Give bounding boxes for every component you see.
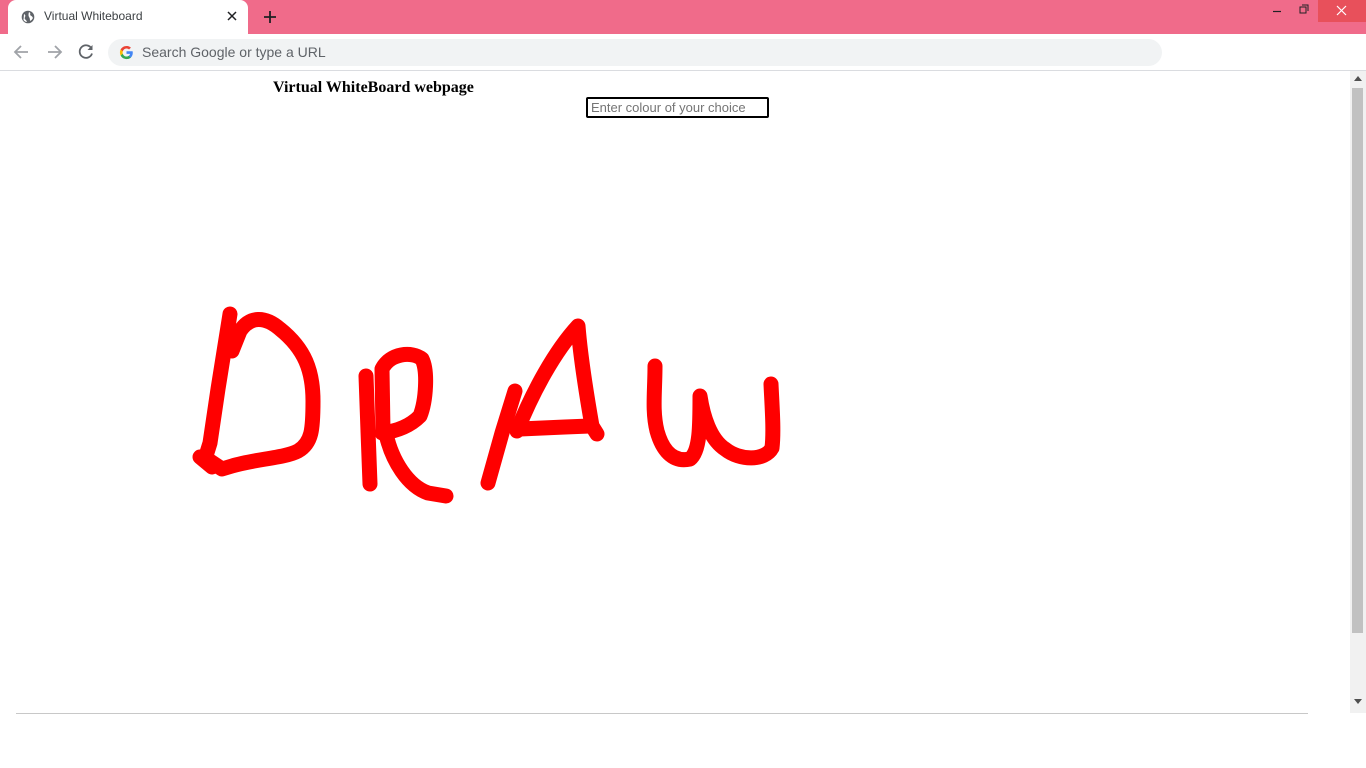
divider (16, 713, 1308, 714)
scroll-up-arrow-icon[interactable] (1354, 75, 1362, 81)
vertical-scrollbar[interactable] (1350, 71, 1366, 713)
arrow-right-icon[interactable] (44, 42, 64, 62)
google-icon (119, 45, 133, 60)
globe-icon (21, 10, 35, 24)
scroll-down-arrow-icon[interactable] (1354, 699, 1362, 705)
page-viewport: Virtual WhiteBoard webpage (0, 71, 1350, 713)
address-bar[interactable]: Search Google or type a URL (108, 39, 1162, 66)
arrow-left-icon[interactable] (12, 42, 32, 62)
scrollbar-thumb[interactable] (1352, 88, 1363, 633)
freehand-drawing (192, 306, 781, 504)
browser-toolbar: Search Google or type a URL (0, 34, 1366, 71)
page-title: Virtual WhiteBoard webpage (273, 79, 474, 96)
address-bar-placeholder: Search Google or type a URL (142, 44, 326, 60)
close-icon (1336, 5, 1347, 16)
page-bottom-area (0, 713, 1366, 768)
browser-titlebar: Virtual Whiteboard (0, 0, 1366, 34)
close-icon[interactable] (226, 10, 238, 22)
browser-tab[interactable]: Virtual Whiteboard (8, 0, 248, 34)
tab-title: Virtual Whiteboard (44, 9, 143, 23)
plus-icon[interactable] (262, 9, 278, 25)
reload-icon[interactable] (76, 42, 96, 62)
close-window-button[interactable] (1318, 0, 1366, 22)
colour-input[interactable] (586, 97, 769, 118)
whiteboard-canvas[interactable] (0, 71, 1350, 713)
